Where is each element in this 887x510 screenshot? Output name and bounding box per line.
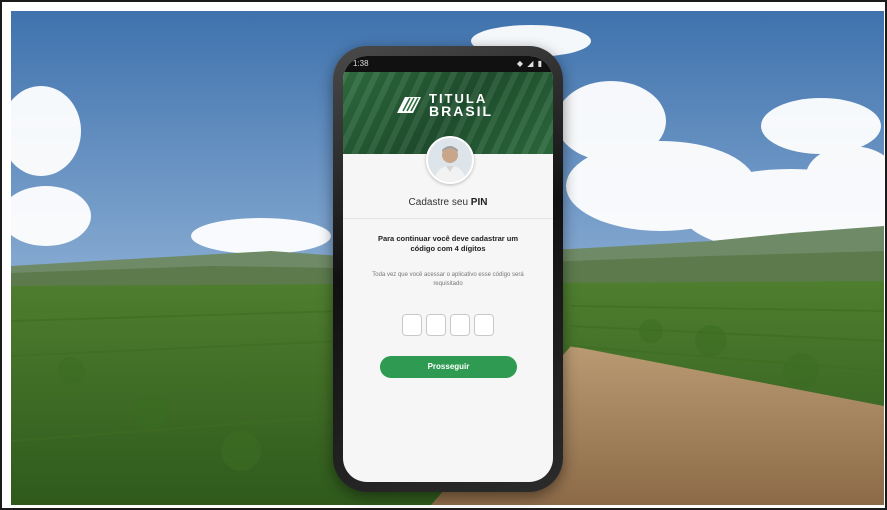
titula-brasil-logo: TITULA BRASIL: [395, 90, 493, 120]
brand-line-2: BRASIL: [429, 103, 494, 119]
status-time: 1:38: [353, 59, 369, 68]
logo-mark-icon: [397, 97, 421, 113]
smartphone: 1:38 ◆ ◢ ▮ TITULA BRASIL Cadastre seu PI…: [333, 46, 563, 492]
title-text: Cadastre seu: [408, 197, 471, 208]
section-divider: [343, 218, 553, 219]
app-screen: 1:38 ◆ ◢ ▮ TITULA BRASIL Cadastre seu PI…: [343, 56, 553, 482]
helper-text: Toda vez que você acessar o aplicativo e…: [372, 272, 524, 287]
continue-button[interactable]: Prosseguir: [380, 356, 517, 378]
video-frame: 1:38 ◆ ◢ ▮ TITULA BRASIL Cadastre seu PI…: [0, 0, 887, 510]
pin-digit-3[interactable]: [450, 314, 470, 336]
pin-digit-2[interactable]: [426, 314, 446, 336]
status-bar: 1:38 ◆ ◢ ▮: [343, 56, 553, 72]
user-avatar: [426, 136, 474, 184]
pin-digit-4[interactable]: [474, 314, 494, 336]
status-icons: ◆ ◢ ▮: [516, 59, 543, 68]
pin-input-group: [402, 314, 494, 336]
instruction-text: Para continuar você deve cadastrar um có…: [377, 234, 519, 253]
page-title: Cadastre seu PIN: [343, 197, 553, 208]
title-emphasis: PIN: [470, 197, 488, 208]
pin-digit-1[interactable]: [402, 314, 422, 336]
user-photo-icon: [428, 138, 472, 182]
